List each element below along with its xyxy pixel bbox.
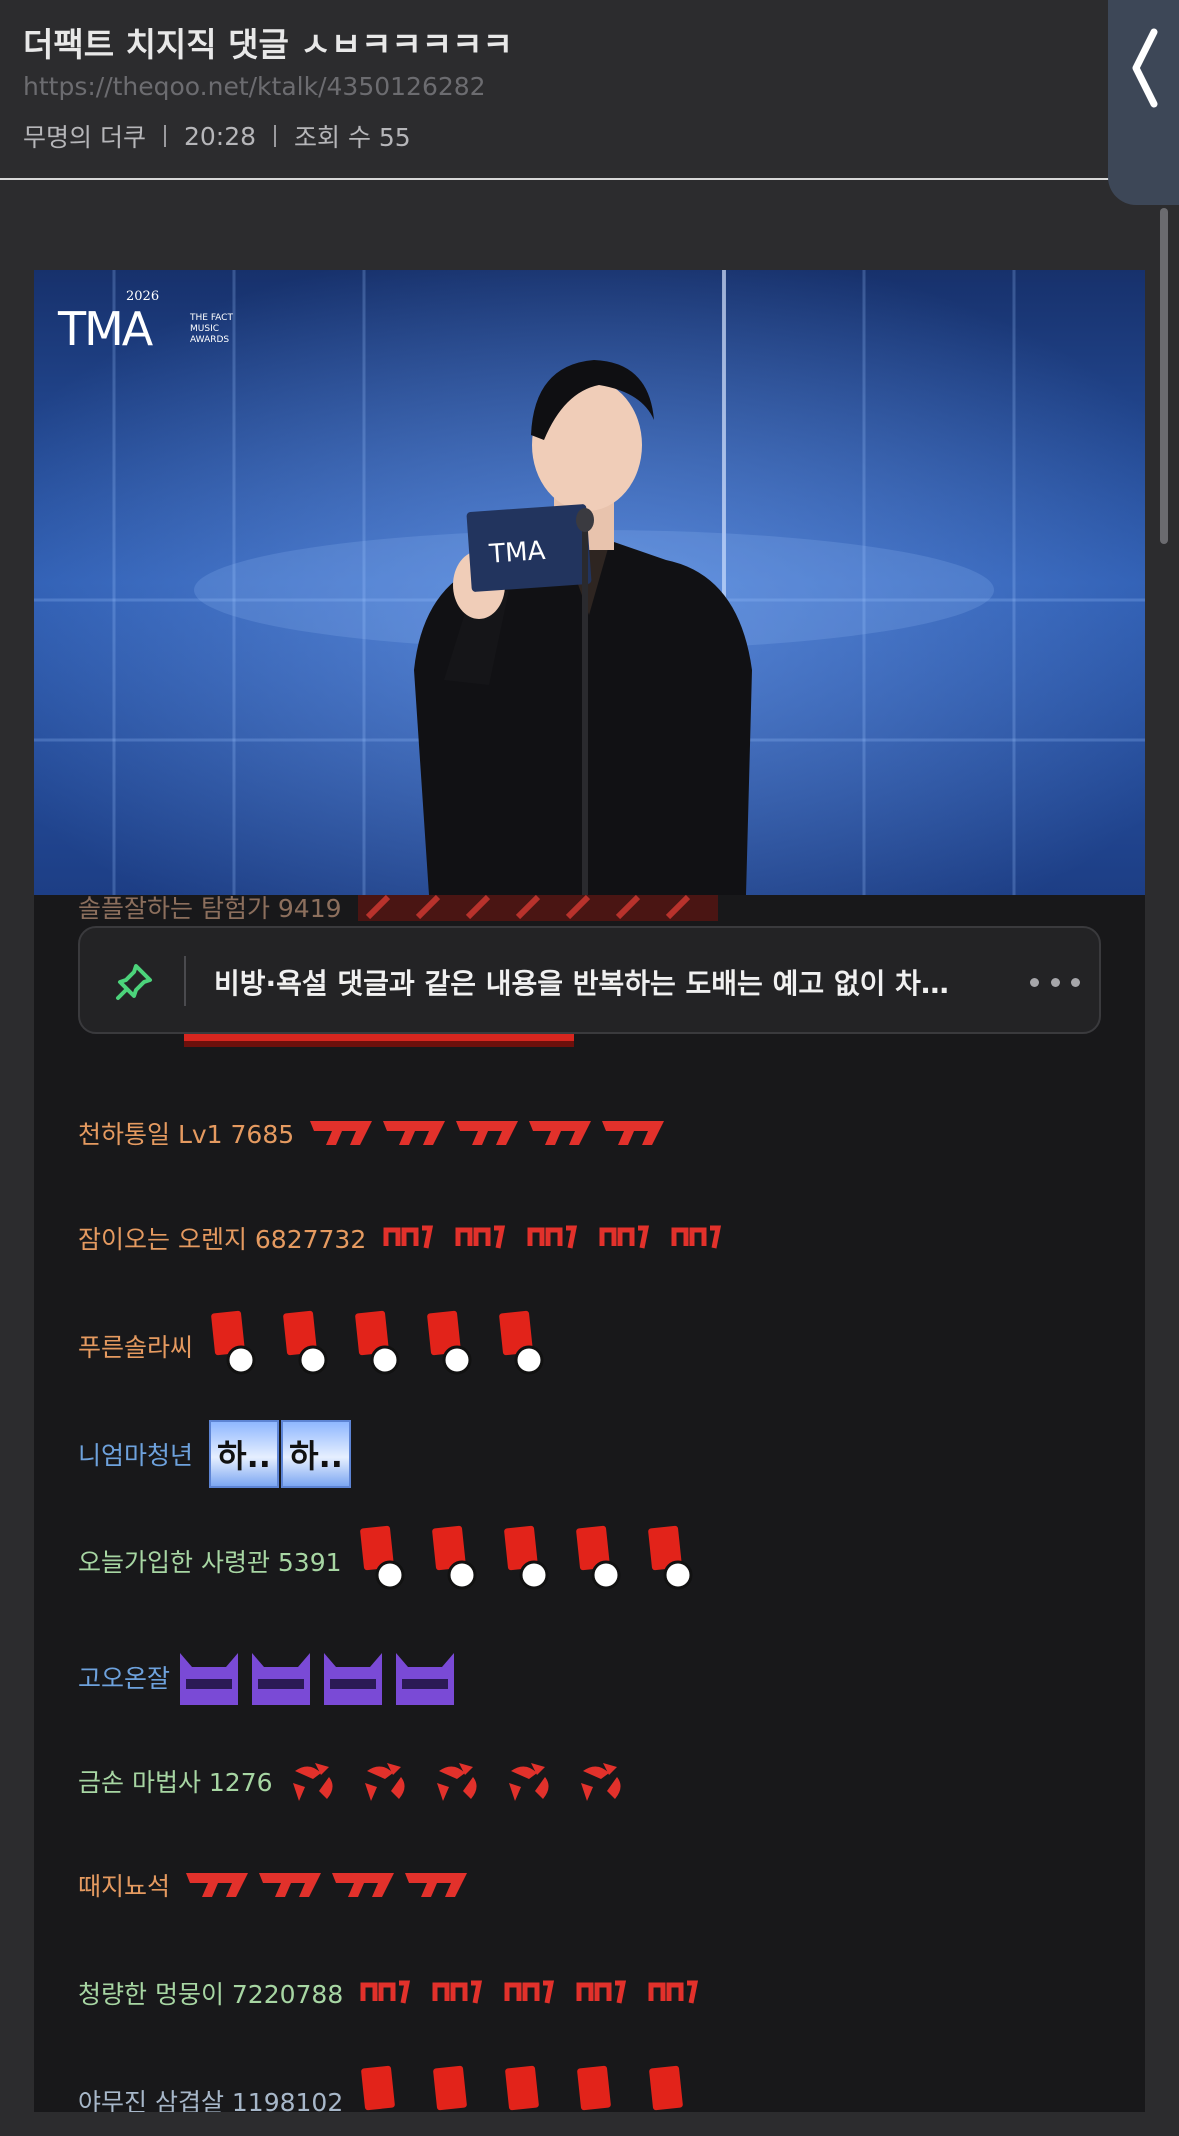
red-slash-icon (186, 1873, 468, 1897)
chat-emotes: 하.. 하.. (209, 1420, 352, 1488)
red-card-icon (359, 1525, 693, 1590)
ha-emote: 하.. (209, 1420, 280, 1488)
chat-row: 금손 마법사 1276 (78, 1757, 639, 1805)
chat-emotes (357, 895, 718, 927)
chat-username[interactable]: 푸른솔라씨 (78, 1328, 193, 1364)
post-url[interactable]: https://theqoo.net/ktalk/4350126282 (23, 72, 486, 101)
post-title: 더팩트 치지직 댓글 ㅅㅂㅋㅋㅋㅋㅋ (23, 25, 513, 64)
red-sign-icon (357, 895, 718, 921)
more-icon[interactable] (1030, 964, 1080, 1000)
chat-username[interactable]: 솔플잘하는 탐험가 9419 (78, 895, 342, 925)
red-card-icon (361, 2065, 684, 2111)
chat-emotes (176, 1645, 466, 1709)
chat-username[interactable]: 잠이오는 오렌지 6827732 (78, 1220, 366, 1256)
chat-list: 솔플잘하는 탐험가 9419 천하통일 Lv1 7685 잠이오는 오렌지 68… (34, 895, 1145, 2116)
chat-emotes (186, 1865, 476, 1905)
ha-emote: 하.. (281, 1420, 352, 1488)
chat-row: 청량한 멍뭉이 7220788 (78, 1975, 709, 2011)
video-player[interactable]: 2026 TMA THE FACT MUSIC AWARDS TMA (34, 270, 1145, 895)
chat-username[interactable]: 금손 마법사 1276 (78, 1763, 273, 1799)
red-nn-icon (360, 1980, 699, 2004)
post-views: 조회 수 55 (294, 123, 411, 152)
post-time: 20:28 (183, 121, 256, 151)
chat-emotes (310, 1113, 670, 1153)
card-text: TMA (487, 536, 546, 570)
chat-row: 야무진 삼겹살 1198102 (78, 2065, 709, 2116)
chat-emotes (359, 2065, 709, 2116)
anger-icon (292, 1763, 621, 1801)
video-frame: 2026 TMA THE FACT MUSIC AWARDS TMA (34, 270, 1145, 895)
post-meta: 무명의 더쿠 20:28 조회 수 55 (23, 118, 411, 154)
pinned-notice[interactable]: 비방·욕설 댓글과 같은 내용을 반복하는 도배는 예고 없이 차… (78, 926, 1101, 1034)
meta-divider (274, 125, 276, 147)
page: 더팩트 치지직 댓글 ㅅㅂㅋㅋㅋㅋㅋ https://theqoo.net/kt… (0, 0, 1179, 2136)
meta-divider (163, 125, 166, 147)
red-slash-icon (310, 1121, 665, 1145)
chat-emotes (359, 1975, 709, 2011)
chat-row: 니엄마청년 하.. 하.. (78, 1420, 352, 1488)
chat-emotes (289, 1757, 639, 1805)
chat-emotes (209, 1310, 559, 1382)
logo-sub-3: AWARDS (190, 335, 229, 345)
chat-username[interactable]: 청량한 멍뭉이 7220788 (78, 1975, 343, 2011)
back-button[interactable] (1108, 0, 1179, 205)
chat-row: 잠이오는 오렌지 6827732 (78, 1220, 732, 1256)
pinned-text: 비방·욕설 댓글과 같은 내용을 반복하는 도배는 예고 없이 차… (214, 967, 949, 1000)
chat-row: 오늘가입한 사령관 5391 (78, 1525, 708, 1597)
chat-username[interactable]: 니엄마청년 (78, 1436, 193, 1472)
red-card-icon (211, 1310, 544, 1375)
chat-row: 때지뇨석 (78, 1865, 476, 1905)
logo-text: TMA (57, 302, 154, 356)
pin-divider (184, 956, 186, 1006)
bottom-bar (0, 2112, 1179, 2136)
chat-username[interactable]: 때지뇨석 (78, 1867, 170, 1903)
chat-username[interactable]: 오늘가입한 사령관 5391 (78, 1543, 342, 1579)
chat-row: 푸른솔라씨 (78, 1310, 559, 1382)
post-header: 더팩트 치지직 댓글 ㅅㅂㅋㅋㅋㅋㅋ https://theqoo.net/kt… (0, 0, 1179, 180)
chat-emotes (358, 1525, 708, 1597)
chat-username[interactable]: 천하통일 Lv1 7685 (78, 1115, 294, 1151)
chevron-left-icon (1132, 28, 1158, 108)
logo-sub-2: MUSIC (190, 324, 219, 334)
chat-row: 고오온잘 (78, 1645, 466, 1709)
scrollbar[interactable] (1160, 208, 1168, 544)
chat-username[interactable]: 고오온잘 (78, 1659, 170, 1695)
post-author[interactable]: 무명의 더쿠 (23, 118, 146, 154)
chat-row: 천하통일 Lv1 7685 (78, 1113, 670, 1153)
logo-sub-1: THE FACT (189, 313, 233, 323)
purple-cat-icon (180, 1653, 455, 1705)
pin-icon (116, 964, 152, 1000)
chat-emotes (382, 1220, 732, 1256)
chat-row: 솔플잘하는 탐험가 9419 (78, 895, 718, 927)
red-nn-icon (383, 1225, 722, 1249)
